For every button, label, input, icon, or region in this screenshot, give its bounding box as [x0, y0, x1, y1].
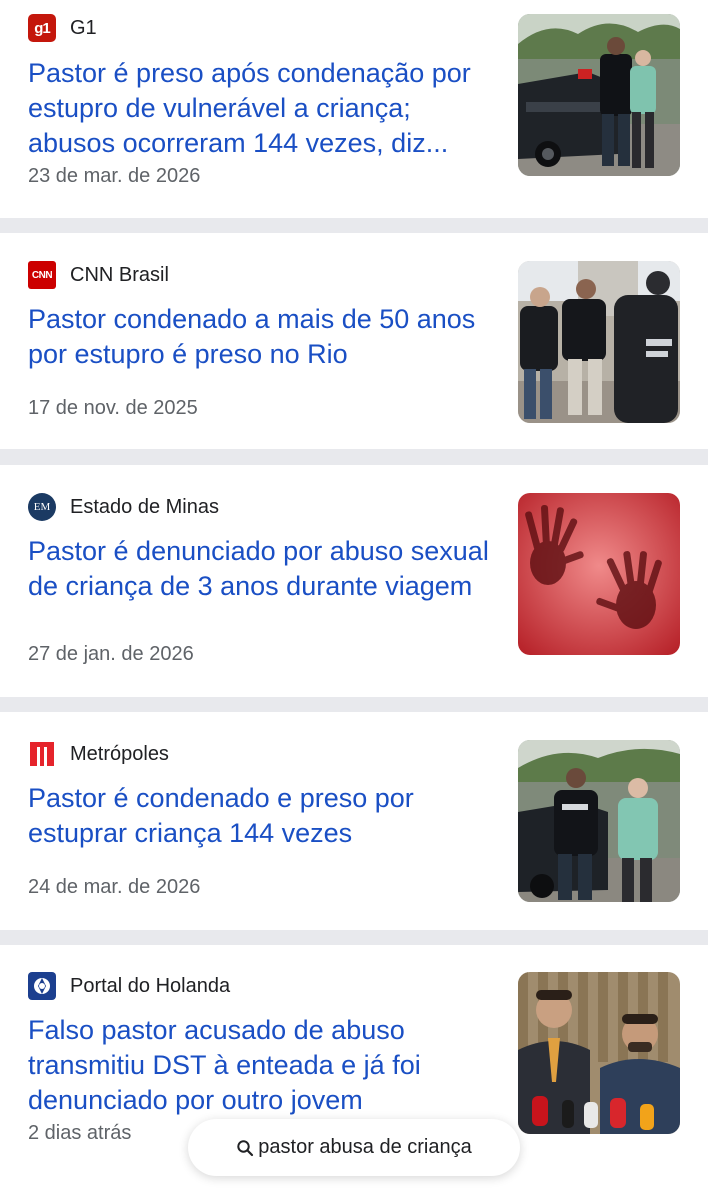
- thumbnail-image[interactable]: [518, 14, 680, 176]
- publish-date: 2 dias atrás: [28, 1122, 132, 1144]
- police-escort-photo: [518, 261, 680, 423]
- news-card-estado-de-minas[interactable]: EM Estado de Minas Pastor é denunciado p…: [0, 465, 708, 697]
- police-car-arrest-photo: [518, 740, 680, 902]
- search-query-text: pastor abusa de criança: [258, 1136, 472, 1158]
- source-row: EM Estado de Minas: [28, 493, 219, 521]
- headline-link[interactable]: Pastor é condenado e preso por estuprar …: [28, 781, 498, 851]
- headline-link[interactable]: Pastor condenado a mais de 50 anos por e…: [28, 302, 498, 372]
- thumbnail-image[interactable]: [518, 493, 680, 655]
- thumbnail-image[interactable]: [518, 972, 680, 1134]
- source-name: CNN Brasil: [70, 263, 169, 286]
- red-hands-photo: [518, 493, 680, 655]
- search-query-pill[interactable]: pastor abusa de criança: [188, 1119, 520, 1176]
- headline-link[interactable]: Pastor é preso após condenação por estup…: [28, 56, 498, 161]
- source-row: g1 G1: [28, 14, 97, 42]
- publish-date: 23 de mar. de 2026: [28, 165, 201, 187]
- headline-link[interactable]: Pastor é denunciado por abuso sexual de …: [28, 534, 498, 604]
- g1-logo: g1: [28, 14, 56, 42]
- news-card-cnn-brasil[interactable]: CNN CNN Brasil Pastor condenado a mais d…: [0, 233, 708, 449]
- source-row: Metrópoles: [28, 740, 169, 768]
- source-row: CNN CNN Brasil: [28, 261, 169, 289]
- thumbnail-image[interactable]: [518, 740, 680, 902]
- source-name: Estado de Minas: [70, 495, 219, 518]
- news-card-metropoles[interactable]: Metrópoles Pastor é condenado e preso po…: [0, 712, 708, 930]
- publish-date: 27 de jan. de 2026: [28, 643, 194, 665]
- source-row: Portal do Holanda: [28, 972, 230, 1000]
- search-icon: [237, 1139, 254, 1156]
- cnn-logo: CNN: [28, 261, 56, 289]
- metropoles-logo: [28, 740, 56, 768]
- news-card-g1[interactable]: g1 G1 Pastor é preso após condenação por…: [0, 0, 708, 218]
- source-name: G1: [70, 16, 97, 39]
- thumbnail-image[interactable]: [518, 261, 680, 423]
- source-name: Portal do Holanda: [70, 974, 231, 997]
- publish-date: 24 de mar. de 2026: [28, 876, 201, 898]
- estado-de-minas-logo: EM: [28, 493, 56, 521]
- source-name: Metrópoles: [70, 742, 169, 765]
- publish-date: 17 de nov. de 2025: [28, 397, 198, 419]
- press-conference-photo: [518, 972, 680, 1134]
- portal-do-holanda-logo: [28, 972, 56, 1000]
- police-car-arrest-photo: [518, 14, 680, 176]
- headline-link[interactable]: Falso pastor acusado de abuso transmitiu…: [28, 1013, 498, 1118]
